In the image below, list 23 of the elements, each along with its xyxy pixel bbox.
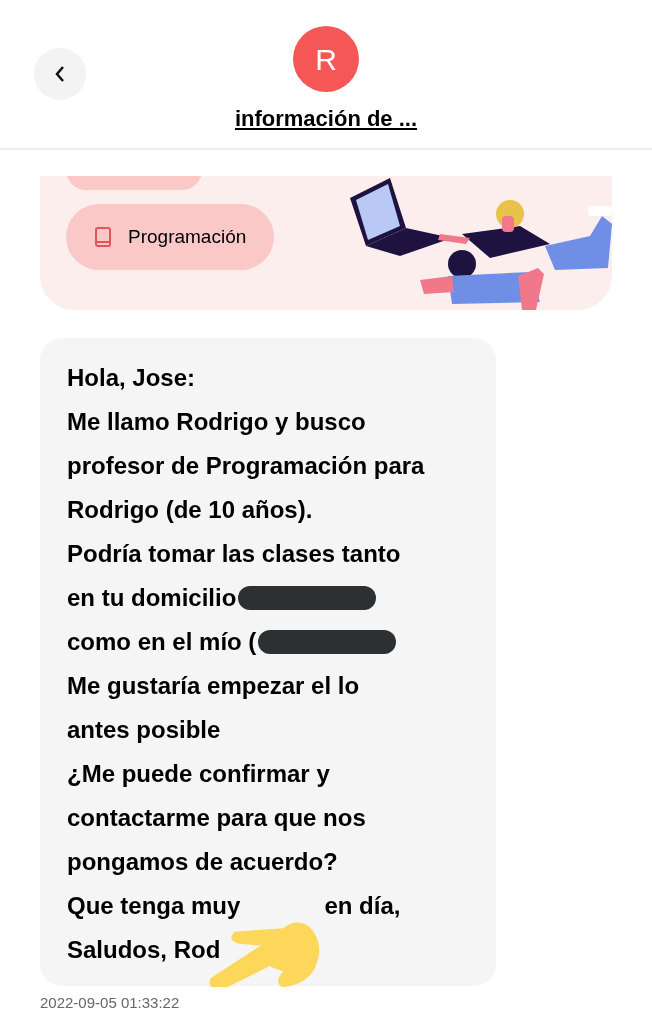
message-text: antes posible <box>67 715 221 745</box>
message-text: Saludos, Rod <box>67 935 221 965</box>
message-text: ¿Me puede confirmar y <box>67 759 330 789</box>
message-text: Me llamo Rodrigo y busco <box>67 407 366 437</box>
message-text: Podría tomar las clases tanto <box>67 539 401 569</box>
message-text: en día, <box>324 891 401 921</box>
message-text: Me gustaría empezar el lo <box>67 671 360 701</box>
message-text: pongamos de acuerdo? <box>67 847 338 877</box>
message-text: contactarme para que nos <box>67 803 366 833</box>
subject-chip[interactable]: Programación <box>66 204 275 270</box>
message-text: Rodrigo (de 10 años). <box>67 495 313 525</box>
book-icon <box>94 226 112 248</box>
message-text: Hola, Jose: <box>67 363 196 393</box>
message-text: profesor de Programación para <box>67 451 425 481</box>
message-text: Que tenga muy <box>67 891 241 921</box>
message-timestamp: 2022-09-05 01:33:22 <box>40 993 181 1013</box>
subject-label: Programación <box>128 224 247 249</box>
message-text: como en el mío ( <box>67 627 257 657</box>
avatar: R <box>293 26 359 92</box>
back-icon <box>54 65 66 83</box>
message-text: en tu domicilio <box>67 583 237 613</box>
back-button[interactable] <box>34 48 86 100</box>
contact-title[interactable]: información de ... <box>234 102 418 135</box>
